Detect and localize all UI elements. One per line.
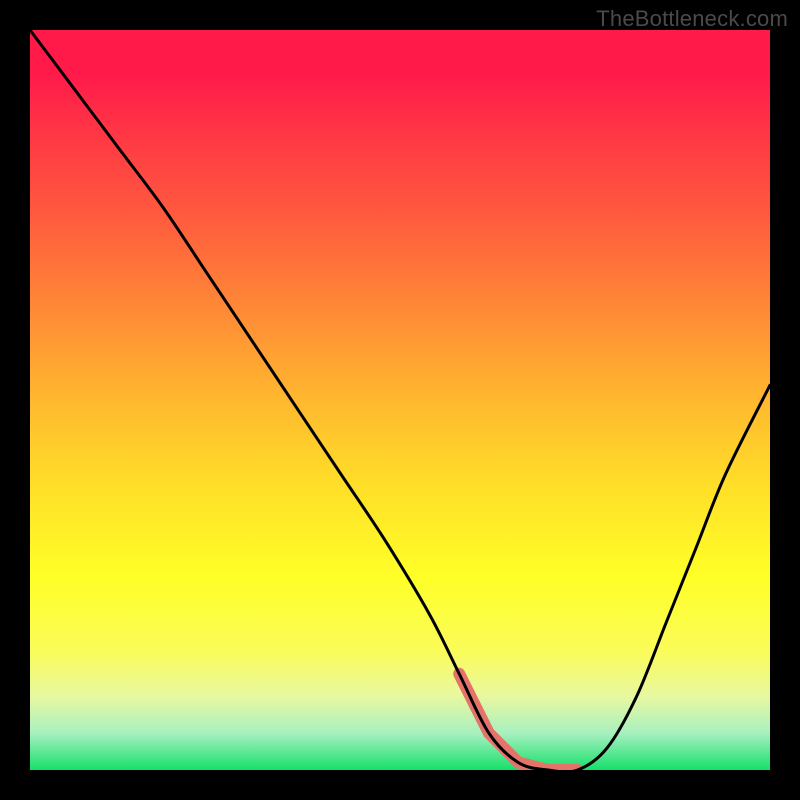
chart-svg: [30, 30, 770, 770]
plot-area: [30, 30, 770, 770]
watermark-text: TheBottleneck.com: [596, 6, 788, 32]
chart-frame: TheBottleneck.com: [0, 0, 800, 800]
highlight-segment: [459, 674, 577, 770]
bottleneck-curve: [30, 30, 770, 770]
